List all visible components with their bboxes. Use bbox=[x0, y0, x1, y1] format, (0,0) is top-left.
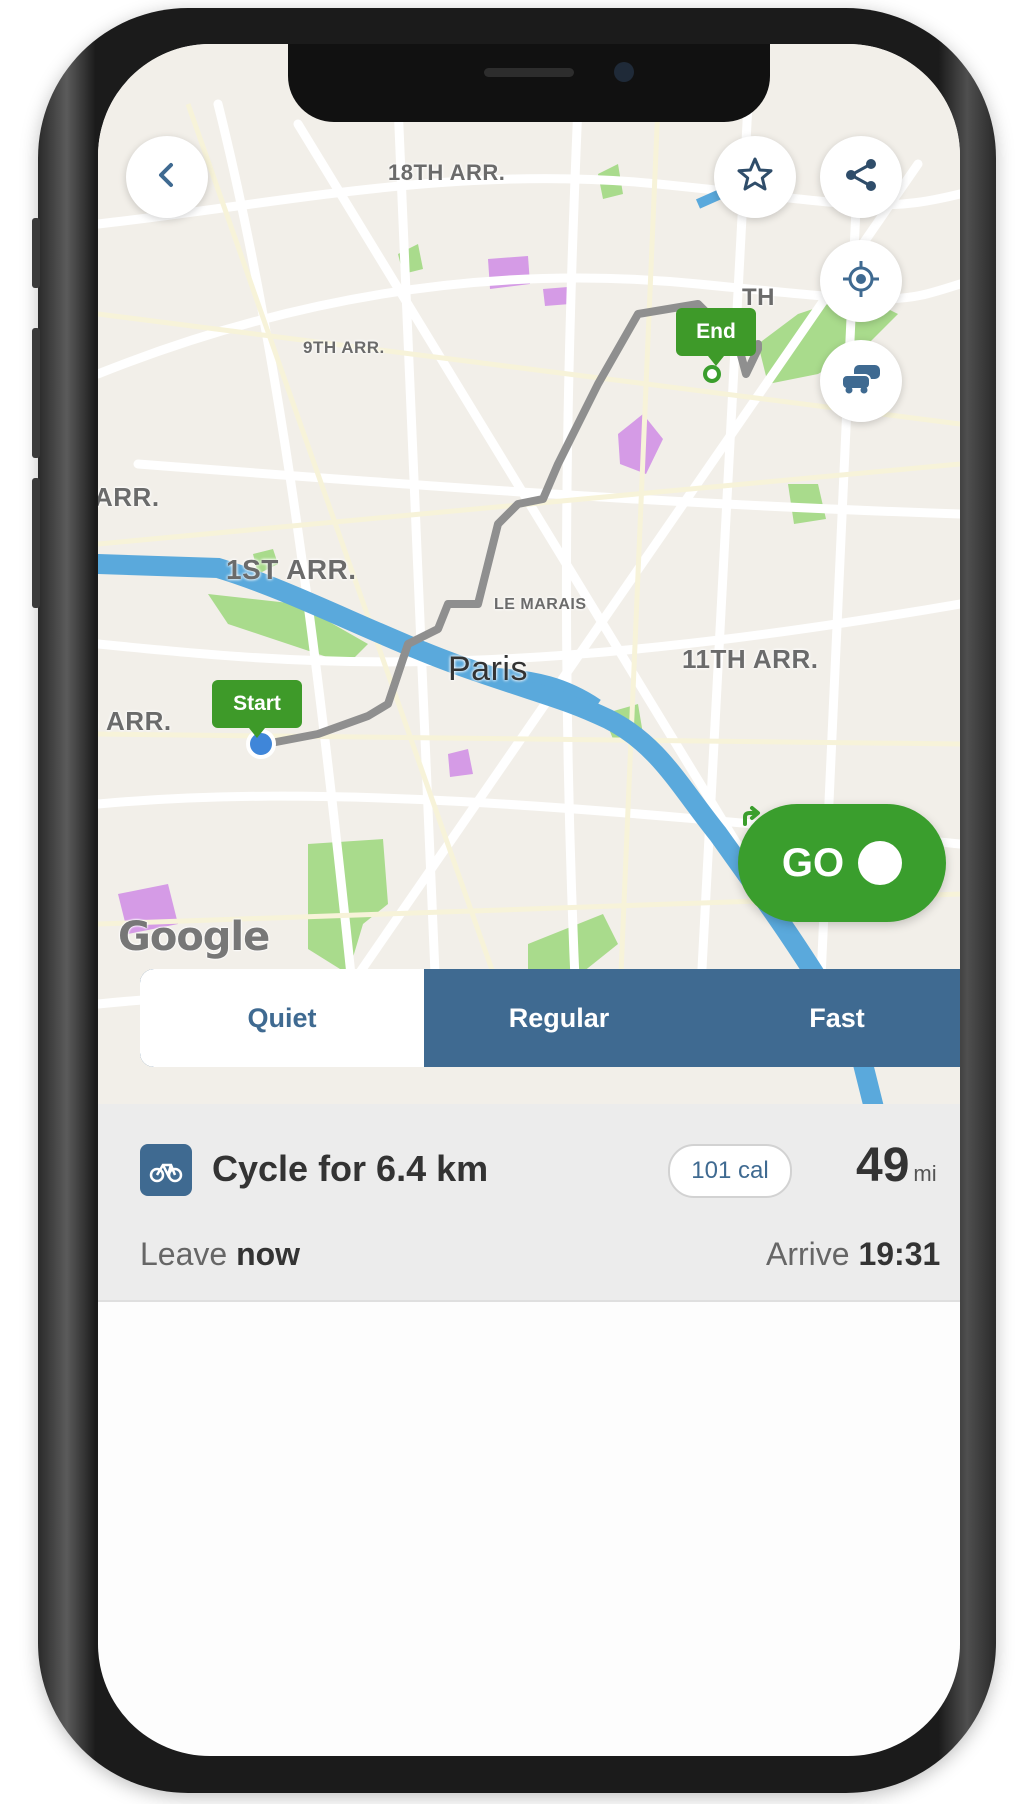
map-label-9th-arr: 9TH ARR. bbox=[303, 338, 385, 357]
calories-badge: 101 cal bbox=[668, 1144, 792, 1198]
phone-side-button bbox=[32, 218, 40, 288]
map-label-11th-arr: 11TH ARR. bbox=[682, 644, 819, 674]
chevron-left-icon bbox=[152, 160, 182, 195]
trip-duration: 49 mi bbox=[856, 1138, 937, 1193]
tab-regular[interactable]: Regular bbox=[424, 969, 694, 1067]
tab-fast[interactable]: Fast bbox=[694, 969, 960, 1067]
leave-value: now bbox=[236, 1236, 301, 1272]
google-attribution: Google bbox=[118, 914, 270, 960]
phone-volume-down-button bbox=[32, 478, 40, 608]
share-icon bbox=[841, 155, 881, 200]
star-icon bbox=[735, 155, 775, 200]
cars-icon bbox=[838, 361, 884, 402]
bike-icon bbox=[140, 1144, 192, 1196]
leave-prefix: Leave bbox=[140, 1236, 228, 1272]
start-pin[interactable]: Start bbox=[212, 680, 302, 738]
map-label-arr-left-bottom: H ARR. bbox=[98, 706, 172, 736]
route-mode-selector: Quiet Regular Fast bbox=[140, 969, 960, 1067]
speaker-grille bbox=[484, 68, 574, 77]
end-pin-label: End bbox=[696, 320, 736, 343]
leave-time[interactable]: Leave now bbox=[140, 1236, 300, 1273]
phone-volume-up-button bbox=[32, 328, 40, 458]
phone-notch bbox=[288, 44, 770, 122]
map-label-arr-left-top: ARR. bbox=[98, 482, 160, 512]
arrive-time: Arrive 19:31 bbox=[766, 1236, 940, 1273]
map-label-le-marais: LE MARAIS bbox=[494, 596, 587, 613]
cycle-distance: Cycle for 6.4 km bbox=[212, 1148, 489, 1189]
locate-button[interactable] bbox=[820, 240, 902, 322]
turn-arrow-icon bbox=[743, 806, 903, 885]
map-label-1st-arr: 1ST ARR. bbox=[226, 554, 357, 585]
end-pin[interactable]: End bbox=[676, 308, 756, 366]
end-point-marker bbox=[703, 365, 721, 383]
share-button[interactable] bbox=[820, 136, 902, 218]
go-button[interactable]: GO bbox=[738, 804, 946, 922]
crosshair-icon bbox=[841, 259, 881, 304]
go-button-label: GO bbox=[781, 840, 845, 885]
traffic-button[interactable] bbox=[820, 340, 902, 422]
route-map[interactable]: 18TH ARR. 9TH ARR. ARR. 1ST ARR. LE MARA… bbox=[98, 44, 960, 1124]
arrive-prefix: Arrive bbox=[766, 1236, 850, 1272]
tab-quiet[interactable]: Quiet bbox=[140, 969, 424, 1067]
map-label-18th-arr: 18TH ARR. bbox=[388, 160, 506, 185]
arrive-value: 19:31 bbox=[858, 1236, 941, 1272]
back-button[interactable] bbox=[126, 136, 208, 218]
duration-value: 49 bbox=[856, 1139, 910, 1192]
start-pin-label: Start bbox=[233, 692, 281, 715]
front-camera bbox=[614, 62, 634, 82]
route-summary[interactable]: Cycle for 6.4 km 101 cal 49 mi Leave now … bbox=[98, 1104, 960, 1302]
favorite-button[interactable] bbox=[714, 136, 796, 218]
map-label-paris: Paris bbox=[448, 650, 528, 688]
app-screen: 18TH ARR. 9TH ARR. ARR. 1ST ARR. LE MARA… bbox=[98, 44, 960, 1756]
duration-unit: mi bbox=[913, 1161, 937, 1186]
